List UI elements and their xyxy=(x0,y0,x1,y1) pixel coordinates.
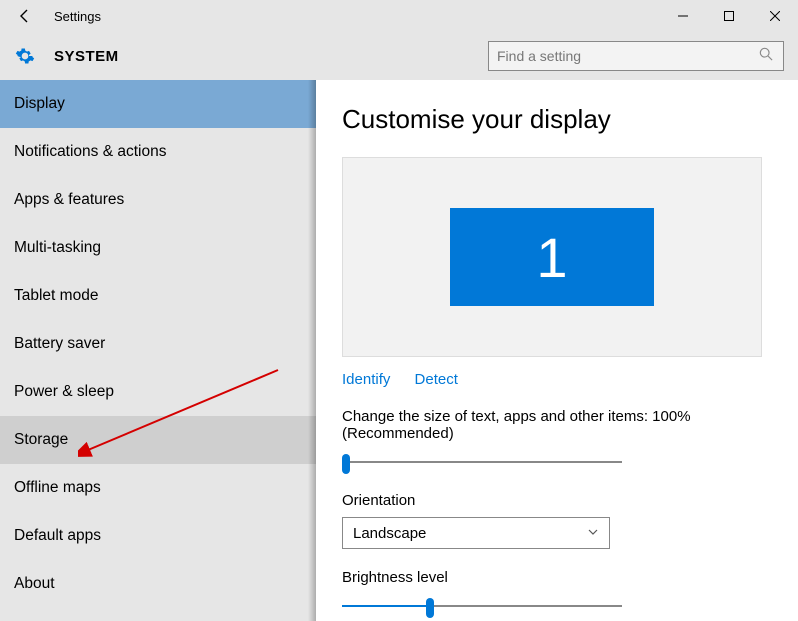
sidebar-item-label: Battery saver xyxy=(14,335,105,353)
minimize-icon xyxy=(678,11,688,21)
search-box[interactable] xyxy=(488,41,784,71)
brightness-label: Brightness level xyxy=(342,569,772,586)
close-button[interactable] xyxy=(752,0,798,32)
sidebar-item-label: Notifications & actions xyxy=(14,143,167,161)
titlebar: Settings xyxy=(0,0,798,32)
sidebar-item-label: Multi-tasking xyxy=(14,239,101,257)
sidebar-item-notifications-actions[interactable]: Notifications & actions xyxy=(0,128,316,176)
sidebar-item-label: Default apps xyxy=(14,527,101,545)
sidebar-item-default-apps[interactable]: Default apps xyxy=(0,512,316,560)
sidebar-item-display[interactable]: Display xyxy=(0,80,316,128)
scale-label: Change the size of text, apps and other … xyxy=(342,408,772,442)
sidebar-item-multi-tasking[interactable]: Multi-tasking xyxy=(0,224,316,272)
maximize-button[interactable] xyxy=(706,0,752,32)
sidebar-item-label: Power & sleep xyxy=(14,383,114,401)
monitor-number: 1 xyxy=(536,225,567,290)
chevron-down-icon xyxy=(587,525,599,542)
sidebar-divider xyxy=(308,80,316,621)
orientation-label: Orientation xyxy=(342,492,772,509)
monitor-1[interactable]: 1 xyxy=(450,208,654,306)
sidebar-item-power-sleep[interactable]: Power & sleep xyxy=(0,368,316,416)
content-pane: Customise your display 1 Identify Detect… xyxy=(316,80,798,621)
sidebar: Display Notifications & actions Apps & fea… xyxy=(0,80,316,621)
brightness-slider[interactable] xyxy=(342,596,622,616)
sidebar-item-label: Offline maps xyxy=(14,479,101,497)
orientation-dropdown[interactable]: Landscape xyxy=(342,517,610,549)
back-button[interactable] xyxy=(14,5,36,27)
sidebar-item-label: Apps & features xyxy=(14,191,124,209)
gear-icon xyxy=(14,45,36,67)
orientation-value: Landscape xyxy=(353,525,587,542)
detect-link[interactable]: Detect xyxy=(415,371,458,388)
scale-slider[interactable] xyxy=(342,452,622,472)
sidebar-item-offline-maps[interactable]: Offline maps xyxy=(0,464,316,512)
header: SYSTEM xyxy=(0,32,798,80)
page-heading: Customise your display xyxy=(342,104,772,135)
slider-thumb[interactable] xyxy=(426,598,434,618)
display-preview[interactable]: 1 xyxy=(342,157,762,357)
close-icon xyxy=(770,11,780,21)
minimize-button[interactable] xyxy=(660,0,706,32)
sidebar-item-about[interactable]: About xyxy=(0,560,316,608)
window-title: Settings xyxy=(54,9,101,24)
sidebar-item-tablet-mode[interactable]: Tablet mode xyxy=(0,272,316,320)
sidebar-item-label: About xyxy=(14,575,55,593)
display-links: Identify Detect xyxy=(342,371,772,388)
sidebar-item-apps-features[interactable]: Apps & features xyxy=(0,176,316,224)
slider-thumb[interactable] xyxy=(342,454,350,474)
identify-link[interactable]: Identify xyxy=(342,371,390,388)
sidebar-item-battery-saver[interactable]: Battery saver xyxy=(0,320,316,368)
sidebar-item-label: Storage xyxy=(14,431,68,449)
maximize-icon xyxy=(724,11,734,21)
search-icon xyxy=(759,47,775,66)
section-title: SYSTEM xyxy=(54,48,119,65)
search-input[interactable] xyxy=(497,48,759,64)
sidebar-item-storage[interactable]: Storage xyxy=(0,416,316,464)
sidebar-item-label: Tablet mode xyxy=(14,287,98,305)
sidebar-item-label: Display xyxy=(14,95,65,113)
